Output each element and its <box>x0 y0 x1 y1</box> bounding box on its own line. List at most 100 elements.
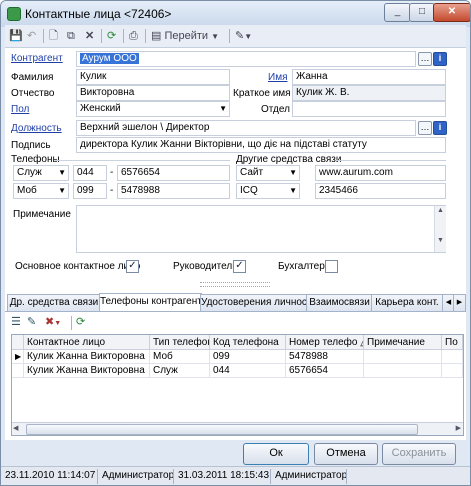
podpis-field[interactable]: директора Кулик Жанни Вікторівни, що діє… <box>76 137 446 153</box>
save-icon[interactable]: 💾 <box>9 28 23 44</box>
divider <box>270 469 271 484</box>
pol-select[interactable]: Женский ▼ <box>76 101 230 117</box>
dolzhnost-field[interactable]: Верхний эшелон \ Директор <box>76 120 416 136</box>
cell-contact[interactable]: Кулик Жанна Викторовна <box>24 350 150 364</box>
modified-timestamp: 31.03.2011 18:15:43 <box>178 470 270 481</box>
kontragent-value: Аурум ООО <box>80 53 139 64</box>
goto-label: Перейти <box>164 30 209 42</box>
scroll-left-icon[interactable]: ◀ <box>13 424 18 432</box>
tab-company-phones[interactable]: Телефоны контрагента <box>99 293 202 312</box>
other-value-field[interactable]: 2345466 <box>315 183 446 199</box>
maximize-button[interactable]: □ <box>409 3 435 22</box>
cell-contact[interactable]: Кулик Жанна Викторовна <box>24 364 150 378</box>
modified-by: Администратор <box>275 470 348 481</box>
toolbar-separator <box>145 29 146 43</box>
kontragent-field[interactable]: Аурум ООО <box>76 51 416 67</box>
accountant-label: Бухгалтер <box>278 261 325 272</box>
chevron-down-icon: ▼ <box>244 32 253 41</box>
phone-code-field[interactable]: 044 <box>73 165 107 181</box>
minimize-button[interactable]: _ <box>384 3 411 22</box>
column-header-note[interactable]: Примечание <box>364 335 442 350</box>
cell-phone-type[interactable]: Служ <box>150 364 210 378</box>
cell-phone-code[interactable]: 099 <box>210 350 286 364</box>
info-icon[interactable]: i <box>433 121 447 135</box>
otdel-label: Отдел <box>261 104 290 115</box>
tab-scroll-right-icon[interactable]: ▶ <box>453 294 466 311</box>
otdel-field[interactable] <box>292 101 446 117</box>
column-header-contact[interactable]: Контактное лицо <box>24 335 150 350</box>
column-header-phone-code[interactable]: Код телефона <box>210 335 286 350</box>
tab-career[interactable]: Карьера конт. <box>371 294 443 311</box>
undo-icon[interactable]: ↶ <box>27 28 36 44</box>
accountant-checkbox[interactable] <box>325 260 338 273</box>
main-contact-checkbox[interactable]: ✓ <box>126 260 139 273</box>
grid-new-icon[interactable]: ✎ <box>27 314 36 330</box>
pol-value: Женский <box>80 103 121 114</box>
splitter-grip[interactable] <box>200 282 270 287</box>
info-icon[interactable]: i <box>433 52 447 66</box>
cancel-button[interactable]: Отмена <box>314 443 378 465</box>
cell-phone-type[interactable]: Моб <box>150 350 210 364</box>
scroll-right-icon[interactable]: ▶ <box>456 424 461 432</box>
print-icon[interactable]: ⎙ <box>129 28 138 44</box>
column-header-phone-type[interactable]: Тип телефона <box>150 335 210 350</box>
divider <box>346 469 347 484</box>
scroll-thumb[interactable] <box>26 424 418 435</box>
chevron-down-icon: ▼ <box>289 186 297 195</box>
familia-field[interactable]: Кулик <box>76 69 230 85</box>
created-by: Администратор <box>102 470 175 481</box>
settings-menu[interactable]: ✎▼ <box>235 28 252 44</box>
other-value-field[interactable]: www.aurum.com <box>315 165 446 181</box>
cell-po[interactable] <box>442 350 463 364</box>
close-button[interactable]: ✕ <box>433 3 470 22</box>
lookup-button[interactable]: … <box>418 52 432 66</box>
refresh-icon[interactable]: ⟳ <box>107 28 116 44</box>
column-header-phone-number[interactable]: Номер телефо △ <box>286 335 364 350</box>
goto-menu[interactable]: ▤ Перейти ▼ <box>151 28 219 44</box>
dolzhnost-label[interactable]: Должность <box>11 123 62 134</box>
kontragent-label[interactable]: Контрагент <box>11 53 63 64</box>
familia-label: Фамилия <box>11 72 54 83</box>
lookup-button[interactable]: … <box>418 121 432 135</box>
row-indicator-header <box>12 335 24 350</box>
tab-id-documents[interactable]: Удостоверения личности <box>200 294 308 311</box>
cell-phone-number[interactable]: 5478988 <box>286 350 364 364</box>
grid-delete-icon[interactable]: ✖▼ <box>45 314 61 330</box>
pol-label[interactable]: Пол <box>11 104 29 115</box>
copy-icon[interactable]: ⧉ <box>67 28 75 44</box>
cell-note[interactable] <box>364 350 442 364</box>
phone-code-field[interactable]: 099 <box>73 183 107 199</box>
other-type-select[interactable]: Сайт ▼ <box>236 165 300 181</box>
divider <box>336 160 446 161</box>
new-icon[interactable]: 🗋 <box>49 28 58 44</box>
otchestvo-field[interactable]: Викторовна <box>76 85 230 101</box>
phone-number-field[interactable]: 5478988 <box>117 183 230 199</box>
other-type-select[interactable]: ICQ ▼ <box>236 183 300 199</box>
grid-edit-icon[interactable]: ☰ <box>11 314 21 330</box>
head-checkbox[interactable]: ✓ <box>233 260 246 273</box>
phone-number-field[interactable]: 6576654 <box>117 165 230 181</box>
imya-label[interactable]: Имя <box>268 72 287 83</box>
phones-grid: Контактное лицо Тип телефона Код телефон… <box>11 334 464 436</box>
tab-relations[interactable]: Взаимосвязи <box>306 294 373 311</box>
grid-horizontal-scrollbar[interactable]: ◀ ▶ <box>12 422 463 435</box>
title-bar: Контактные лица <72406> _ □ ✕ <box>1 1 470 27</box>
column-header-po[interactable]: По <box>442 335 463 350</box>
ok-button[interactable]: Ок <box>243 443 309 465</box>
chevron-down-icon: ▼ <box>219 104 227 113</box>
toolbar-separator <box>71 316 72 330</box>
note-textarea[interactable] <box>76 205 446 253</box>
cell-phone-number[interactable]: 6576654 <box>286 364 364 378</box>
phone-type-select[interactable]: Служ ▼ <box>13 165 69 181</box>
tab-other-contacts[interactable]: Др. средства связи <box>7 294 101 311</box>
delete-icon[interactable]: ✕ <box>85 28 94 44</box>
cell-po[interactable] <box>442 364 463 378</box>
save-button[interactable]: Сохранить <box>382 443 456 465</box>
cell-phone-code[interactable]: 044 <box>210 364 286 378</box>
imya-field[interactable]: Жанна <box>292 69 446 85</box>
other-type-value: ICQ <box>240 185 258 196</box>
cell-note[interactable] <box>364 364 442 378</box>
note-scrollbar[interactable]: ▲ ▼ <box>434 206 446 252</box>
phone-type-select[interactable]: Моб ▼ <box>13 183 69 199</box>
grid-refresh-icon[interactable]: ⟳ <box>76 314 85 330</box>
